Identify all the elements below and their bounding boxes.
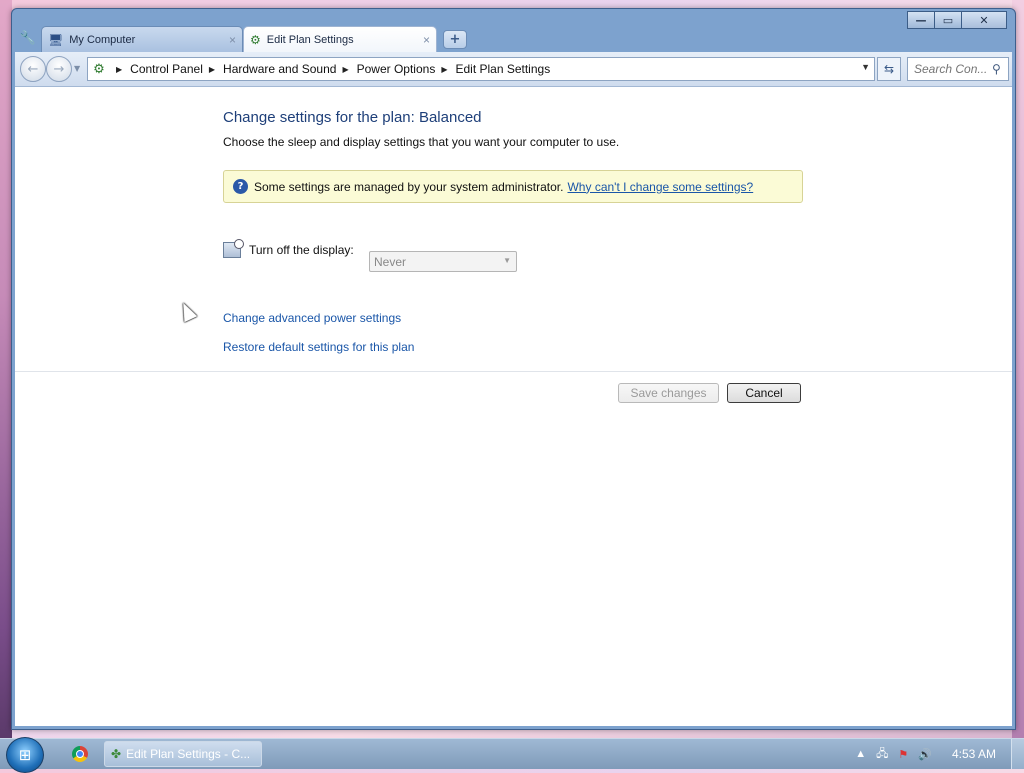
tab-edit-plan-settings[interactable]: ⚙ Edit Plan Settings × [243, 26, 437, 52]
chevron-down-icon: ▼ [503, 256, 511, 265]
forward-button[interactable]: → [46, 56, 72, 82]
save-changes-button[interactable]: Save changes [618, 383, 719, 403]
search-icon[interactable]: ⚲ [992, 62, 1001, 76]
tab-strip: 🔧 🖥 My Computer × ⚙ Edit Plan Settings ×… [15, 26, 1015, 52]
power-plan-icon: ✤ [111, 747, 122, 761]
page-subtitle: Choose the sleep and display settings th… [223, 135, 620, 149]
address-dropdown-icon[interactable]: ▼ [861, 62, 870, 72]
taskbar-task-label: Edit Plan Settings - C... [126, 747, 251, 761]
main-content: Change settings for the plan: Balanced C… [15, 87, 1012, 726]
chevron-right-icon[interactable]: ▶ [209, 65, 215, 74]
divider [15, 371, 1012, 372]
show-desktop-button[interactable] [1011, 739, 1024, 769]
display-timer-icon [223, 239, 244, 258]
taskbar-edit-plan-settings[interactable]: ✤ Edit Plan Settings - C... [104, 741, 262, 767]
chevron-right-icon[interactable]: ▶ [441, 65, 447, 74]
close-tab-icon[interactable]: × [423, 33, 430, 47]
tab-my-computer[interactable]: 🖥 My Computer × [41, 26, 243, 52]
page-title: Change settings for the plan: Balanced [223, 109, 482, 126]
chrome-icon [72, 746, 88, 762]
display-label: Turn off the display: [249, 243, 354, 257]
new-tab-button[interactable]: + [443, 30, 467, 49]
recent-pages-dropdown-icon[interactable]: ▼ [74, 64, 80, 73]
wrench-icon[interactable]: 🔧 [15, 26, 41, 51]
explorer-window: — ▭ ✕ 🔧 🖥 My Computer × ⚙ Edit Plan Sett… [11, 8, 1016, 730]
why-cant-i-change-link[interactable]: Why can't I change some settings? [567, 180, 753, 194]
action-center-icon[interactable]: ⚑ [898, 748, 908, 761]
taskbar: ⊞ ✤ Edit Plan Settings - C... ▲ 🖧 ⚑ 🔊 4:… [0, 737, 1024, 773]
system-tray: ▲ 🖧 ⚑ 🔊 4:53 AM [855, 739, 1024, 769]
show-hidden-icons-icon[interactable]: ▲ [855, 748, 866, 760]
breadcrumb-hardware-and-sound[interactable]: Hardware and Sound [223, 62, 336, 76]
volume-icon[interactable]: 🔊 [918, 748, 932, 761]
taskbar-chrome[interactable] [64, 741, 96, 767]
power-plan-icon: ⚙ [250, 32, 261, 47]
admin-info-banner: ? Some settings are managed by your syst… [223, 170, 803, 203]
breadcrumb-control-panel[interactable]: Control Panel [130, 62, 203, 76]
navigation-bar: ← → ▼ ⚙ ▶ Control Panel ▶ Hardware and S… [15, 52, 1012, 87]
back-button[interactable]: ← [20, 56, 46, 82]
advanced-power-settings-link[interactable]: Change advanced power settings [223, 311, 401, 325]
chevron-right-icon[interactable]: ▶ [342, 65, 348, 74]
tab-label: My Computer [69, 33, 136, 46]
network-icon[interactable]: 🖧 [876, 745, 888, 764]
search-input[interactable] [908, 61, 992, 77]
display-setting-row: Turn off the display: [223, 239, 354, 258]
restore-defaults-link[interactable]: Restore default settings for this plan [223, 340, 414, 354]
computer-icon: 🖥 [48, 32, 64, 47]
chevron-right-icon[interactable]: ▶ [116, 65, 122, 74]
display-timeout-select[interactable]: Never ▼ [369, 251, 517, 272]
address-bar[interactable]: ⚙ ▶ Control Panel ▶ Hardware and Sound ▶… [87, 57, 875, 81]
tab-label: Edit Plan Settings [266, 33, 354, 46]
breadcrumb-edit-plan-settings[interactable]: Edit Plan Settings [455, 62, 550, 76]
search-box[interactable]: ⚲ [907, 57, 1009, 81]
breadcrumb-power-options[interactable]: Power Options [357, 62, 436, 76]
display-timeout-value: Never [374, 254, 407, 269]
close-tab-icon[interactable]: × [229, 33, 236, 47]
info-text: Some settings are managed by your system… [254, 179, 564, 194]
breadcrumb: ▶ Control Panel ▶ Hardware and Sound ▶ P… [110, 62, 550, 76]
refresh-button[interactable]: ⇆ [877, 57, 901, 81]
cancel-button[interactable]: Cancel [727, 383, 801, 403]
control-panel-icon: ⚙ [93, 61, 105, 76]
clock[interactable]: 4:53 AM [952, 747, 996, 761]
help-icon: ? [233, 179, 248, 194]
